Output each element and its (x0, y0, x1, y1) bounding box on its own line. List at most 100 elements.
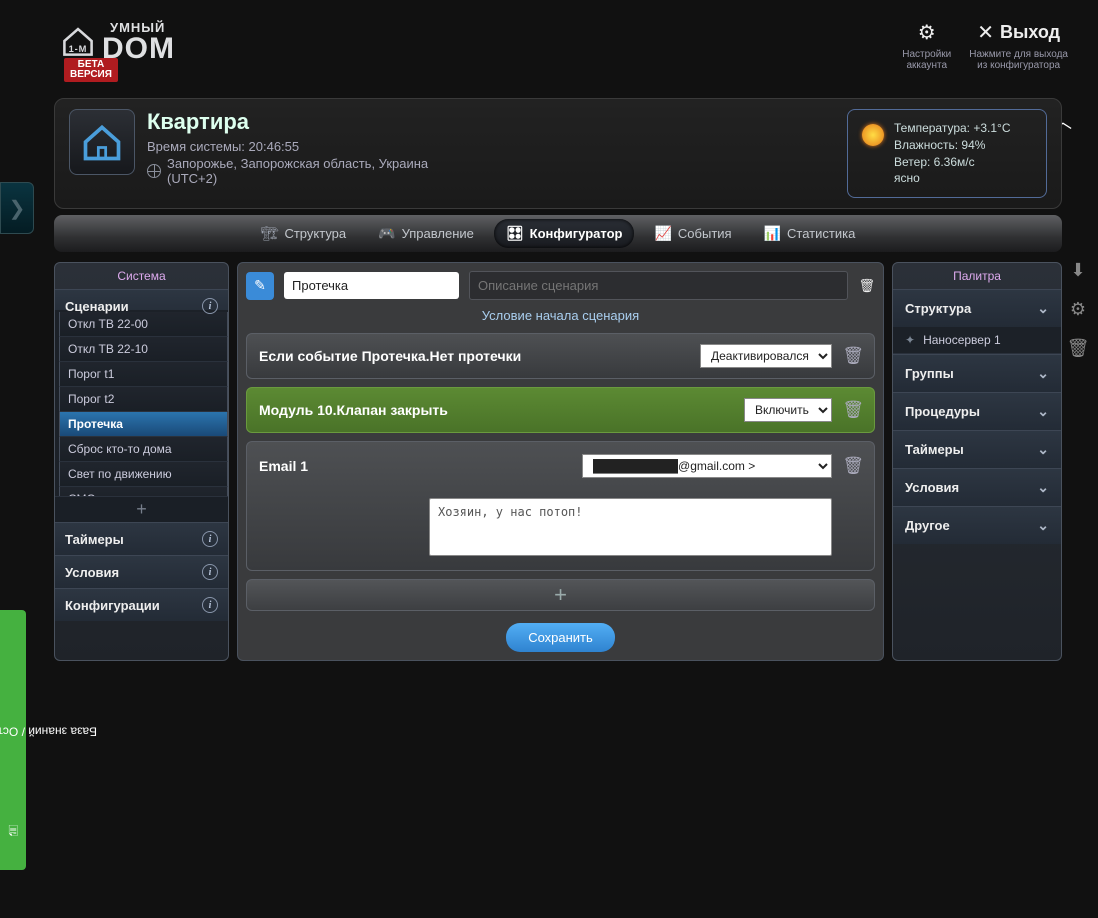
weather-box: Температура: +3.1°C Влажность: 94% Ветер… (847, 109, 1047, 198)
trash-icon[interactable]: 🗑 (842, 346, 864, 366)
edit-button[interactable]: ✎ (246, 272, 274, 300)
scenario-desc-input[interactable] (469, 271, 848, 300)
chevron-down-icon: ⌄ (1037, 365, 1049, 382)
download-icon[interactable]: ⬇ (1070, 260, 1085, 281)
cat-label: Условия (905, 480, 959, 495)
action-label: Модуль 10.Клапан закрыть (259, 402, 448, 418)
condition-label: Если событие Протечка.Нет протечки (259, 348, 521, 364)
cat-label: Таймеры (905, 442, 964, 457)
beta-badge: БЕТА ВЕРСИЯ (64, 58, 118, 82)
tab-config[interactable]: 🎛 Конфигуратор (494, 219, 635, 248)
cat-label: Условия (65, 565, 119, 580)
condition-select[interactable]: Деактивировался (700, 344, 832, 368)
sun-icon (862, 124, 884, 146)
settings-sub: Настройки аккаунта (902, 49, 951, 71)
cat-label: Таймеры (65, 532, 124, 547)
scenario-item[interactable]: Свет по движению (59, 462, 228, 487)
svg-text:1-M: 1-M (69, 44, 88, 54)
tab-stats[interactable]: 📊Статистика (752, 219, 868, 248)
exit-button[interactable]: ✕ Выход Нажмите для выхода из конфигурат… (969, 20, 1068, 71)
gear-icon[interactable]: ⚙ (1070, 299, 1086, 320)
scenario-item[interactable]: Протечка (59, 412, 228, 437)
tab-control[interactable]: 🎮 Управление (366, 219, 486, 248)
tab-structure[interactable]: 🏗Структура (249, 219, 358, 248)
tab-label: Структура (284, 226, 346, 241)
settings-button[interactable]: ⚙ Настройки аккаунта (902, 20, 951, 71)
cat-label: Сценарии (65, 299, 129, 314)
gamepad-icon: 🎮 (378, 225, 395, 242)
tabs-bar: 🏗Структура 🎮 Управление 🎛 Конфигуратор 📈Со… (54, 215, 1062, 252)
weather-temp: Температура: +3.1°C (894, 120, 1011, 137)
system-cat-timers[interactable]: Таймеры i (55, 522, 228, 555)
logo: 1-M УМНЫЙ DОМ БЕТА ВЕРСИЯ (60, 20, 175, 82)
cat-label: Другое (905, 518, 950, 533)
chevron-down-icon: ⌄ (1037, 479, 1049, 496)
palette-cat-other[interactable]: Другое ⌄ (893, 506, 1061, 544)
palette-cat-procedures[interactable]: Процедуры ⌄ (893, 392, 1061, 430)
tab-events[interactable]: 📈События (642, 219, 743, 248)
feedback-icon: 🗎 (8, 817, 18, 838)
location-text: Запорожье, Запорожская область, Украина … (167, 156, 437, 186)
system-panel: Система Сценарии i Откл ТВ 22-00Откл ТВ … (54, 262, 229, 661)
system-title: Система (55, 263, 228, 289)
feedback-tab[interactable]: 🗎База знаний / Оставить отзыв (0, 610, 26, 870)
trash-icon[interactable]: 🗑 (858, 278, 875, 294)
scenario-item[interactable]: СМС по кнопке (59, 487, 228, 496)
trash-icon[interactable]: 🗑 (842, 456, 864, 476)
scenario-item[interactable]: Порог t2 (59, 387, 228, 412)
exit-label: Выход (1000, 22, 1060, 43)
email-select[interactable]: ██████████@gmail.com > (582, 454, 832, 478)
email-row: Email 1 ██████████@gmail.com > 🗑 Хозяин,… (246, 441, 875, 571)
system-cat-configs[interactable]: Конфигурации i (55, 588, 228, 621)
info-icon[interactable]: i (202, 531, 218, 547)
system-cat-conditions[interactable]: Условия i (55, 555, 228, 588)
scenario-list: Откл ТВ 22-00Откл ТВ 22-10Порог t1Порог … (55, 310, 228, 496)
palette-cat-structure[interactable]: Структура ⌄ (893, 289, 1061, 327)
chart-icon: 📈 (654, 225, 671, 242)
plus-icon: ✦ (905, 333, 915, 347)
condition-row: Если событие Протечка.Нет протечки Деакт… (246, 333, 875, 379)
cat-label: Структура (905, 301, 971, 316)
chevron-down-icon: ⌄ (1037, 517, 1049, 534)
save-button[interactable]: Сохранить (506, 623, 615, 652)
close-icon: ✕ (977, 20, 994, 45)
sliders-icon: 🎛 (506, 225, 524, 242)
tab-label: Управление (402, 226, 474, 241)
drawer-handle[interactable]: ❯ (0, 182, 34, 234)
scenario-name-input[interactable] (284, 272, 459, 299)
add-scenario-button[interactable]: + (55, 496, 228, 522)
cat-label: Конфигурации (65, 598, 160, 613)
item-label: Наносервер 1 (923, 333, 1001, 347)
palette-title: Палитра (893, 263, 1061, 289)
feedback-label: База знаний / Оставить отзыв (0, 724, 96, 738)
palette-cat-conditions[interactable]: Условия ⌄ (893, 468, 1061, 506)
info-icon[interactable]: i (202, 597, 218, 613)
system-time: Время системы: 20:46:55 (147, 139, 437, 154)
globe-icon (147, 164, 161, 178)
editor-panel: ✎ 🗑 Условие начала сценария Если событие… (237, 262, 884, 661)
scenario-item[interactable]: Откл ТВ 22-00 (59, 312, 228, 337)
location-title: Квартира (147, 109, 437, 135)
info-icon[interactable]: i (202, 564, 218, 580)
cat-label: Группы (905, 366, 954, 381)
scenario-item[interactable]: Откл ТВ 22-10 (59, 337, 228, 362)
trash-icon[interactable]: 🗑 (1067, 338, 1090, 359)
add-block-button[interactable]: + (246, 579, 875, 611)
header-panel: Квартира Время системы: 20:46:55 Запорож… (54, 98, 1062, 209)
trash-icon[interactable]: 🗑 (842, 400, 864, 420)
house-tile[interactable] (69, 109, 135, 175)
tab-label: Статистика (787, 226, 855, 241)
palette-cat-groups[interactable]: Группы ⌄ (893, 354, 1061, 392)
scenario-item[interactable]: Сброс кто-то дома (59, 437, 228, 462)
condition-title: Условие начала сценария (246, 308, 875, 323)
chevron-down-icon: ⌄ (1037, 441, 1049, 458)
palette-cat-timers[interactable]: Таймеры ⌄ (893, 430, 1061, 468)
action-select[interactable]: Включить (744, 398, 832, 422)
email-body-input[interactable]: Хозяин, у нас потоп! (429, 498, 832, 556)
scenario-item[interactable]: Порог t1 (59, 362, 228, 387)
weather-wind: Ветер: 6.36м/с (894, 154, 1011, 171)
tab-label: Конфигуратор (530, 226, 623, 241)
palette-item-nanoserver[interactable]: ✦ Наносервер 1 (893, 327, 1061, 354)
logo-icon: 1-M (60, 24, 96, 58)
action-row: Модуль 10.Клапан закрыть Включить 🗑 (246, 387, 875, 433)
